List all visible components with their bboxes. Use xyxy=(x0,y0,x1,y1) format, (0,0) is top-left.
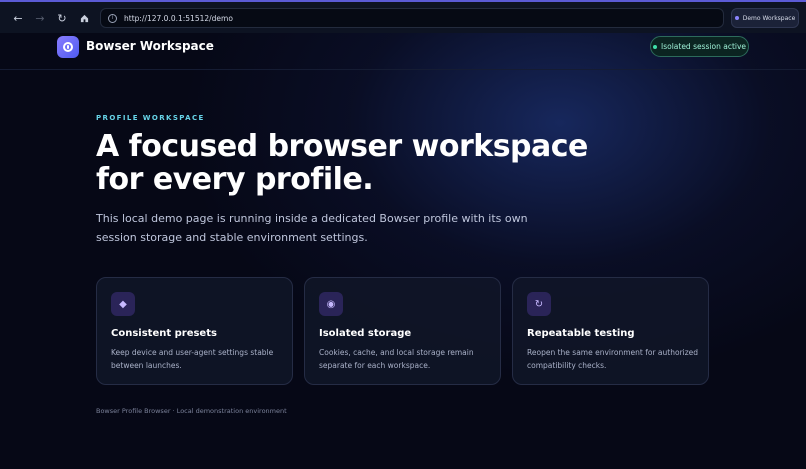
diamond-icon: ◆ xyxy=(111,292,135,316)
target-icon: ◉ xyxy=(319,292,343,316)
reload-icon[interactable]: ↻ xyxy=(53,9,71,27)
feature-card-isolated-storage: ◉ Isolated storage Cookies, cache, and l… xyxy=(304,277,501,385)
session-status-text: Isolated session active xyxy=(660,42,747,51)
feature-description: Reopen the same environment for authoriz… xyxy=(527,348,699,370)
web-page: Bowser Workspace Isolated session active… xyxy=(0,33,806,469)
feature-card-consistent-presets: ◆ Consistent presets Keep device and use… xyxy=(96,277,293,385)
profile-label: Demo Workspace xyxy=(742,14,796,22)
feature-title: Consistent presets xyxy=(111,328,217,339)
page-title: A focused browser workspace for every pr… xyxy=(96,129,588,197)
logo-icon xyxy=(57,36,79,58)
site-header: Bowser Workspace Isolated session active xyxy=(0,33,806,70)
feature-title: Repeatable testing xyxy=(527,328,635,339)
home-icon[interactable] xyxy=(75,9,93,27)
address-bar[interactable]: i http://127.0.0.1:51512/demo xyxy=(100,8,724,28)
brand-name: Bowser Workspace xyxy=(86,39,214,53)
feature-title: Isolated storage xyxy=(319,328,412,339)
status-dot-icon xyxy=(652,44,657,49)
forward-icon[interactable]: → xyxy=(31,9,49,27)
session-status-badge: Isolated session active xyxy=(650,36,749,57)
feature-card-repeatable-testing: ↻ Repeatable testing Reopen the same env… xyxy=(512,277,709,385)
refresh-icon: ↻ xyxy=(527,292,551,316)
back-icon[interactable]: ← xyxy=(9,9,27,27)
eyebrow-label: PROFILE WORKSPACE xyxy=(96,114,205,122)
profile-dot-icon xyxy=(734,16,739,20)
site-info-icon[interactable]: i xyxy=(108,13,117,23)
hero-description: This local demo page is running inside a… xyxy=(96,212,528,244)
page-footer: Bowser Profile Browser · Local demonstra… xyxy=(96,407,287,415)
url-text: http://127.0.0.1:51512/demo xyxy=(124,13,233,23)
feature-description: Cookies, cache, and local storage remain… xyxy=(319,348,474,370)
browser-toolbar: ← → ↻ i http://127.0.0.1:51512/demo Demo… xyxy=(0,0,806,33)
profile-button[interactable]: Demo Workspace xyxy=(731,8,799,28)
feature-description: Keep device and user-agent settings stab… xyxy=(111,348,274,370)
